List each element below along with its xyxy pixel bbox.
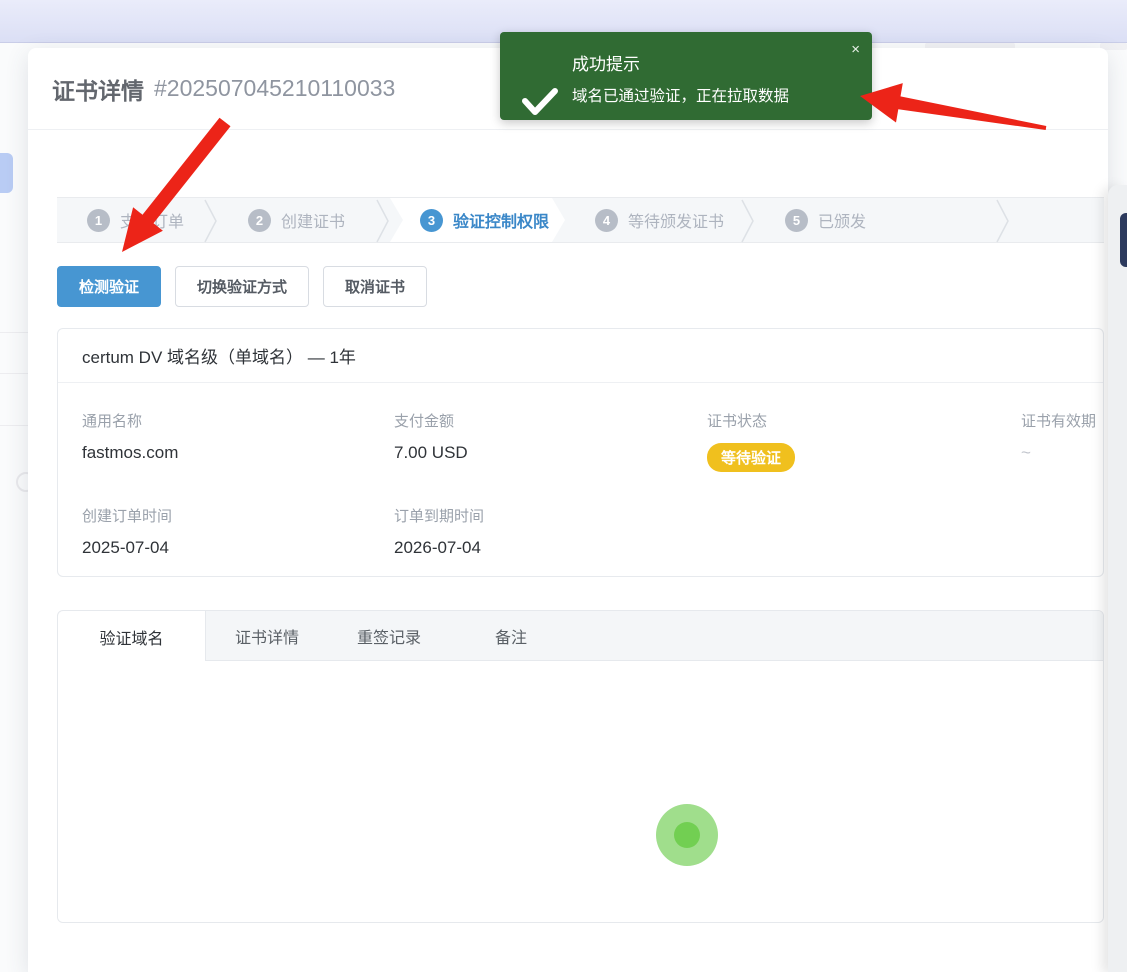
background-divider bbox=[0, 425, 28, 426]
step-number-badge: 1 bbox=[87, 209, 110, 232]
field-payment-amount: 支付金额 7.00 USD bbox=[394, 410, 707, 472]
step-separator-chevron bbox=[204, 199, 218, 243]
switch-verification-method-button[interactable]: 切换验证方式 bbox=[175, 266, 309, 307]
page: 证书详情 #202507045210110033 1 支付订单 2 创建证书 3… bbox=[0, 0, 1127, 972]
success-toast: 成功提示 域名已通过验证，正在拉取数据 × bbox=[500, 32, 872, 120]
tab-verify-domain[interactable]: 验证域名 bbox=[58, 611, 206, 662]
step-separator-chevron bbox=[996, 199, 1010, 243]
background-button-sliver bbox=[0, 153, 13, 193]
tab-panel-verify-domain bbox=[58, 661, 1103, 923]
toast-message: 域名已通过验证，正在拉取数据 bbox=[572, 84, 789, 106]
detail-tabs-card: 验证域名 证书详情 重签记录 备注 bbox=[57, 610, 1104, 923]
field-common-name: 通用名称 fastmos.com bbox=[82, 410, 394, 472]
close-icon[interactable]: × bbox=[851, 42, 860, 57]
action-bar: 检测验证 切换验证方式 取消证书 bbox=[57, 266, 427, 307]
tab-certificate-detail[interactable]: 证书详情 bbox=[206, 611, 328, 661]
verify-check-button[interactable]: 检测验证 bbox=[57, 266, 161, 307]
field-order-created-time: 创建订单时间 2025-07-04 bbox=[82, 505, 394, 558]
background-divider bbox=[0, 373, 28, 374]
step-number-badge: 4 bbox=[595, 209, 618, 232]
step-issued: 5 已颁发 bbox=[755, 198, 1010, 242]
check-icon bbox=[522, 88, 558, 118]
field-certificate-validity: 证书有效期 ~ bbox=[1021, 410, 1103, 472]
product-name: certum DV 域名级（单域名） — 1年 bbox=[58, 329, 1103, 383]
field-order-expire-time: 订单到期时间 2026-07-04 bbox=[394, 505, 707, 558]
step-wait-issue: 4 等待颁发证书 bbox=[565, 198, 755, 242]
tab-bar: 验证域名 证书详情 重签记录 备注 bbox=[58, 611, 1103, 661]
modal-title: 证书详情 bbox=[52, 72, 144, 106]
tab-reissue-records[interactable]: 重签记录 bbox=[328, 611, 450, 661]
step-create-cert: 2 创建证书 bbox=[218, 198, 390, 242]
step-number-badge: 2 bbox=[248, 209, 271, 232]
certificate-fields: 通用名称 fastmos.com 支付金额 7.00 USD 证书状态 等待验证… bbox=[58, 383, 1103, 558]
loading-spinner-core bbox=[674, 822, 700, 848]
step-separator-chevron bbox=[376, 199, 390, 243]
order-number: #202507045210110033 bbox=[154, 75, 395, 102]
side-drawer-button[interactable] bbox=[1120, 213, 1127, 267]
toast-title: 成功提示 bbox=[572, 50, 640, 75]
progress-stepper: 1 支付订单 2 创建证书 3 验证控制权限 4 等待颁发证书 5 已颁发 bbox=[57, 197, 1104, 243]
step-separator-chevron bbox=[741, 199, 755, 243]
background-divider bbox=[0, 332, 28, 333]
step-number-badge: 3 bbox=[420, 209, 443, 232]
field-certificate-status: 证书状态 等待验证 bbox=[707, 410, 1021, 472]
status-badge: 等待验证 bbox=[707, 443, 795, 472]
tab-remarks[interactable]: 备注 bbox=[450, 611, 572, 661]
loading-spinner bbox=[656, 804, 718, 866]
side-floating-panel bbox=[1108, 185, 1127, 972]
step-verify-control: 3 验证控制权限 bbox=[390, 198, 565, 242]
step-pay-order: 1 支付订单 bbox=[57, 198, 218, 242]
step-tail bbox=[1010, 198, 1104, 242]
cancel-certificate-button[interactable]: 取消证书 bbox=[323, 266, 427, 307]
certificate-detail-modal: 证书详情 #202507045210110033 1 支付订单 2 创建证书 3… bbox=[28, 48, 1108, 972]
certificate-info-card: certum DV 域名级（单域名） — 1年 通用名称 fastmos.com… bbox=[57, 328, 1104, 577]
step-number-badge: 5 bbox=[785, 209, 808, 232]
